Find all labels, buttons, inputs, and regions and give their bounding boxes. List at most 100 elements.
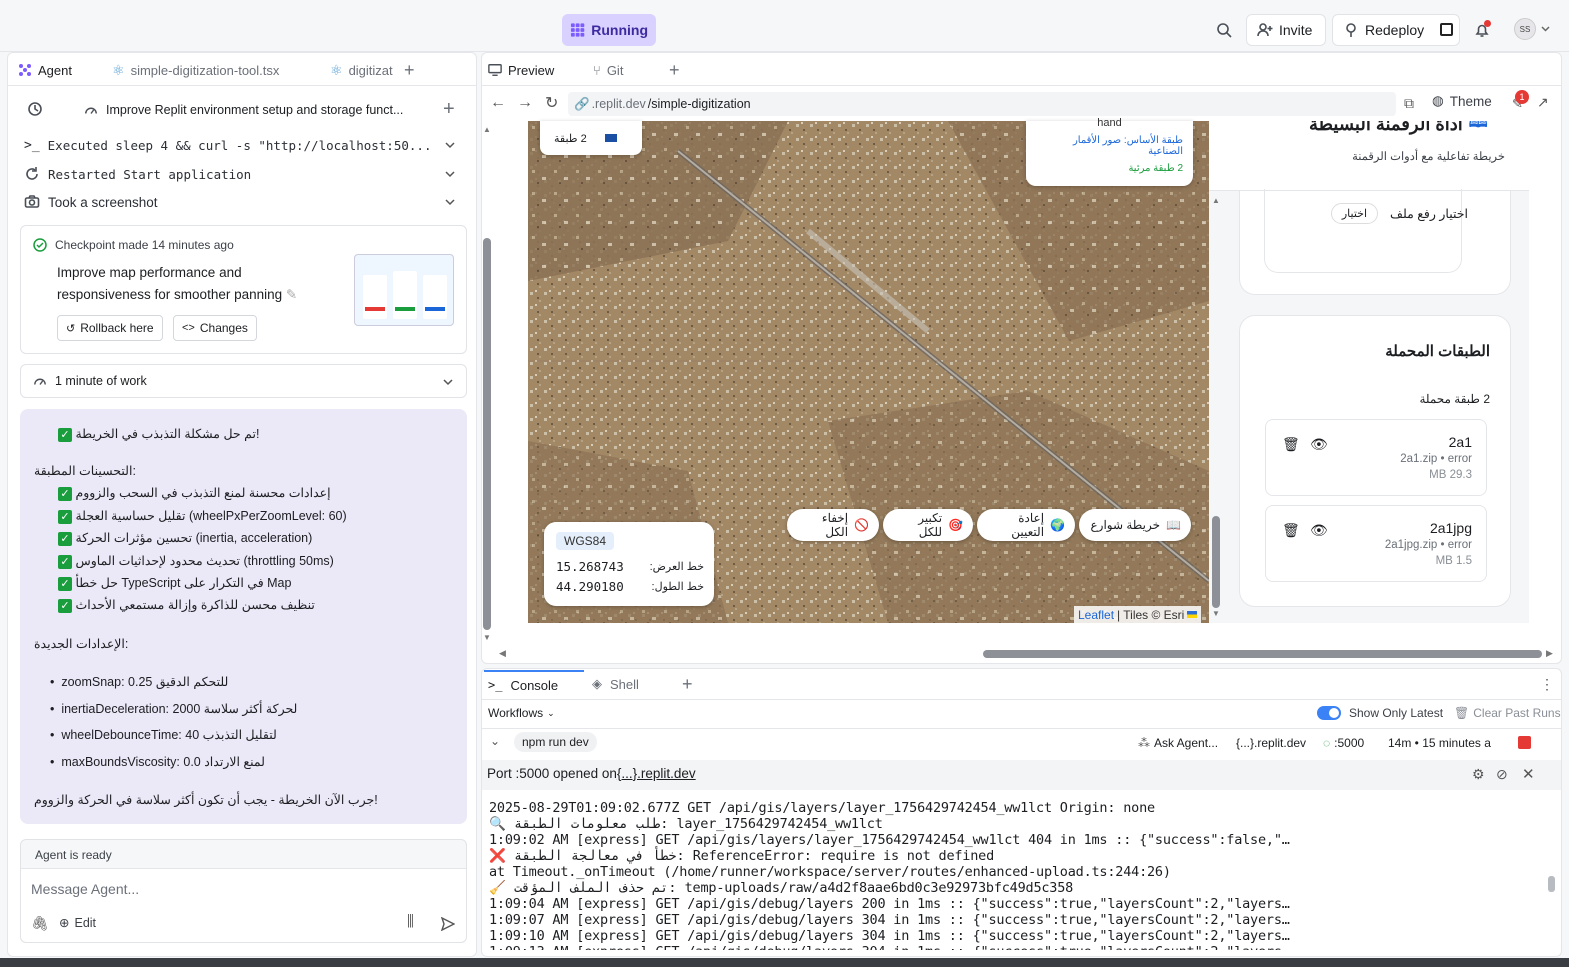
tab-shell[interactable]: ◈ Shell [592,672,639,696]
check-icon: ✓ [58,486,72,501]
close-icon[interactable]: ✕ [1522,765,1535,783]
log-line: 1:09:13 AM [express] GET /api/gis/debug/… [489,944,1290,950]
msg-line: ✓ تم حل مشكلة التذبذب في الخريطة! [54,426,455,442]
thread-title[interactable]: Improve Replit environment setup and sto… [84,98,424,122]
monitor-icon [488,64,502,76]
upload-card: اختيار رفع ملف اختيار [1239,189,1511,295]
checkpoint-thumbnail[interactable] [354,254,454,326]
chevron-down-icon [445,199,455,206]
msg-bullet: • wheelDebounceTime: 40 لتقليل التذبذب [50,728,277,742]
log-line: 1:09:07 AM [express] GET /api/gis/debug/… [489,912,1290,928]
settings-sliders-icon[interactable]: ⫼ [407,913,414,930]
running-status-button[interactable]: Running [562,14,656,46]
reload-icon[interactable]: ↻ [545,93,558,113]
layers-icon [604,134,617,142]
work-summary[interactable]: 1 minute of work [20,364,467,398]
deploy-menu-icon[interactable] [1440,23,1453,36]
new-thread-icon[interactable]: + [443,98,455,121]
map-info-box: hand طبقة الأساس: صور الأقمار الصناعية 2… [1026,117,1193,186]
layer-item[interactable]: 🗑 👁 2a1jpg 2a1jpg.zip • error MB 1.5 [1265,505,1487,582]
palette-icon: ◍ [1432,93,1444,108]
checkpoint-card: Checkpoint made 14 minutes ago Improve m… [20,225,467,354]
scroll-down-arrow[interactable]: ▼ [483,633,491,642]
latitude-row: 15.268743 خط العرض: [556,559,704,574]
eye-icon[interactable]: 👁 [1310,436,1328,453]
avatar[interactable]: SS [1514,18,1536,40]
add-tab-icon[interactable]: + [404,60,415,81]
console-scrollbar[interactable] [1548,876,1555,892]
kebab-menu-icon[interactable]: ⋮ [1540,676,1554,693]
log-line: at Timeout._onTimeout (/home/runner/work… [489,864,1171,880]
stop-button[interactable] [1518,736,1531,749]
devices-icon[interactable]: ⧉ [1404,95,1414,112]
ask-agent-button[interactable]: ⁂ Ask Agent... [1138,736,1218,750]
domain-label[interactable]: {...}.replit.dev [1236,736,1306,750]
scroll-left-arrow[interactable]: ◀ [499,648,506,659]
check-icon: ✓ [58,598,72,613]
hide-icon[interactable]: ⊘ [1496,766,1508,783]
action-screenshot[interactable]: Took a screenshot [24,190,464,214]
message-input[interactable]: Message Agent... 🖇 ⊕ Edit ⫼ [21,868,466,942]
workflows-dropdown[interactable]: Workflows ⌄ [488,706,555,720]
attach-icon[interactable]: 🖇 [31,915,49,932]
leaflet-link[interactable]: Leaflet [1078,608,1114,622]
scroll-right-arrow[interactable]: ▶ [1546,648,1553,659]
scroll-up-arrow[interactable]: ▲ [1212,196,1220,205]
upload-file-control[interactable]: اختيار رفع ملف اختيار [1288,199,1468,227]
scroll-down-arrow[interactable]: ▼ [1212,609,1220,618]
add-tab-icon[interactable]: + [669,60,680,81]
action-executed[interactable]: >_ Executed sleep 4 && curl -s "http://l… [24,133,464,157]
street-map-button[interactable]: 📖 خريطة شوارع [1079,509,1191,541]
clear-runs-button[interactable]: 🗑 Clear Past Runs [1454,706,1561,720]
check-icon: ✓ [58,427,72,442]
send-icon[interactable] [441,917,455,931]
gauge-icon [34,378,46,385]
vertical-scrollbar[interactable] [483,238,491,630]
open-new-tab-icon[interactable]: ↗ [1537,94,1549,111]
port-label[interactable]: ◌:5000 [1323,736,1364,750]
reset-button[interactable]: 🌍 إعادة التعيين [977,509,1075,541]
layer-item[interactable]: 🗑 👁 2a1 2a1.zip • error MB 29.3 [1265,419,1487,496]
choose-file-button[interactable]: اختيار [1330,202,1379,224]
msg-item: ✓ تقليل حساسية العجلة (wheelPxPerZoomLev… [54,508,455,524]
chevron-down-icon[interactable] [1541,26,1550,32]
zoom-all-button[interactable]: 🎯 تكبير للكل [883,509,973,541]
changes-button[interactable]: <> Changes [173,315,257,341]
agent-status: Agent is ready [35,848,112,862]
forward-icon[interactable]: → [517,94,533,112]
tab-console[interactable]: >_ Console [484,670,584,698]
shell-icon: ◈ [592,676,602,691]
url-bar[interactable]: 🔗 .replit.dev/simple-digitization [568,92,1396,116]
port-link[interactable]: {...}.replit.dev [617,766,696,781]
check-icon: ✓ [58,509,72,524]
tab-agent[interactable]: Agent [12,56,102,84]
gear-icon[interactable]: ⚙ [1472,766,1485,783]
rollback-button[interactable]: ↺ Rollback here [57,315,163,341]
invite-button[interactable]: Invite [1246,14,1326,46]
add-tab-icon[interactable]: + [682,674,693,695]
scroll-up-arrow[interactable]: ▲ [483,125,491,134]
collapse-run-icon[interactable]: ⌄ [490,734,500,748]
tab-git[interactable]: ⑂ Git [593,56,623,84]
tab-file-digitizat[interactable]: ⚛ digitizat [330,56,393,84]
pencil-icon[interactable]: ✎ [286,287,297,302]
back-icon[interactable]: ← [490,94,506,112]
search-icon[interactable] [1216,22,1232,38]
show-latest-toggle[interactable]: Show Only Latest [1317,706,1443,720]
hide-all-button[interactable]: 🚫 إخفاء الكل [787,509,879,541]
delete-icon[interactable]: 🗑 [1282,522,1300,539]
tab-preview[interactable]: Preview [484,56,580,84]
delete-icon[interactable]: 🗑 [1282,436,1300,453]
msg-line: جرب الآن الخريطة - يجب أن تكون أكثر سلاس… [34,793,378,807]
msg-bullet: • inertiaDeceleration: 2000 لحركة أكثر س… [50,702,298,716]
action-restarted[interactable]: Restarted Start application [24,162,464,186]
eye-icon[interactable]: 👁 [1310,522,1328,539]
theme-button[interactable]: ◍ Theme [1432,93,1492,109]
layers-title: الطبقات المحملة [1385,343,1490,360]
tab-file-tsx[interactable]: ⚛ simple-digitization-tool.tsx [112,56,279,84]
edit-button[interactable]: ⊕ Edit [59,915,96,931]
chevron-down-icon [445,142,455,149]
history-icon[interactable] [27,101,43,117]
horizontal-scrollbar[interactable] [983,650,1542,658]
sidebar-scrollbar[interactable] [1212,516,1220,608]
